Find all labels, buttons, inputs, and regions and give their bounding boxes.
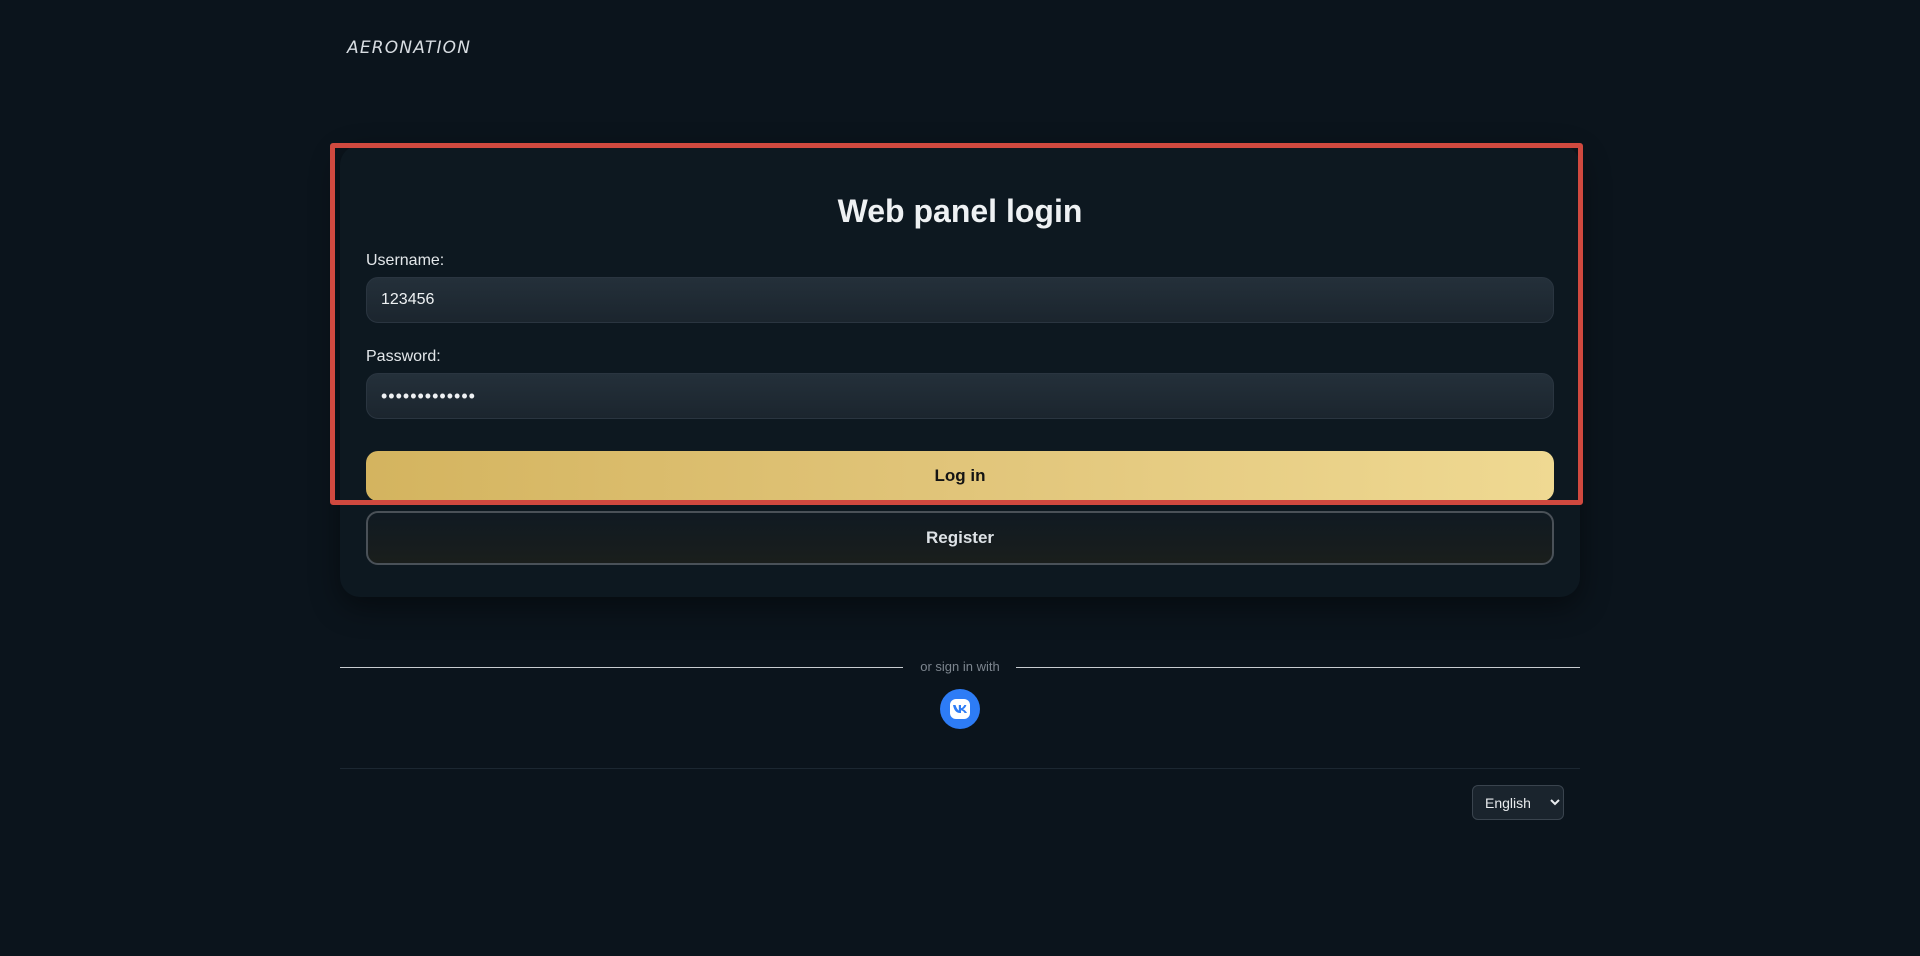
footer-divider	[340, 768, 1580, 769]
brand-logo[interactable]: AERONATION	[347, 38, 471, 58]
username-label: Username:	[366, 252, 445, 269]
login-button[interactable]: Log in	[366, 451, 1554, 501]
password-label: Password:	[366, 348, 441, 365]
social-divider: or sign in with	[340, 658, 1580, 676]
login-card: Web panel login Username: Password: Log …	[340, 145, 1580, 597]
vk-login-button[interactable]	[940, 689, 980, 729]
page-title: Web panel login	[837, 193, 1083, 229]
username-input[interactable]	[366, 277, 1554, 323]
register-button[interactable]: Register	[366, 511, 1554, 565]
divider-line-right	[1016, 667, 1580, 668]
language-select[interactable]: English	[1472, 785, 1564, 820]
password-input[interactable]	[366, 373, 1554, 419]
vk-icon	[950, 699, 970, 719]
